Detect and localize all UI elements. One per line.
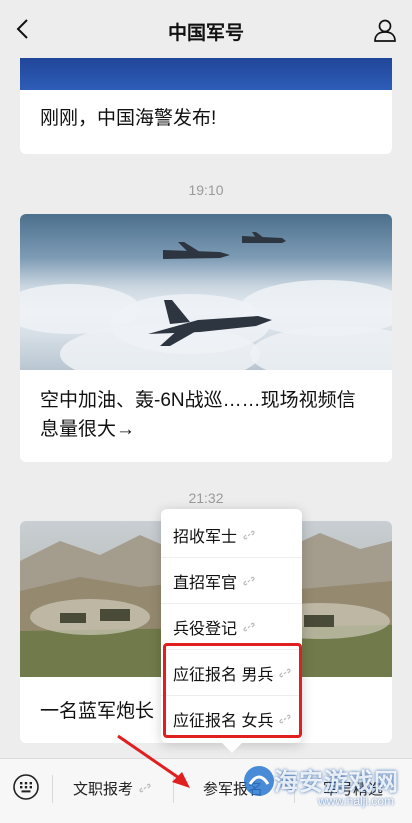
menu-label: 文职报考 [72, 780, 133, 798]
submenu-item-direct-officer[interactable]: 直招军官 [161, 558, 302, 604]
submenu-item-recruit-nco[interactable]: 招收军士 [161, 512, 302, 558]
article-thumbnail [20, 58, 392, 90]
menu-label: 军号精选 [322, 780, 383, 798]
bottom-menu-bar: 文职报考 参军报名 军号精选 [0, 758, 412, 823]
article-title: 空中加油、轰-6N战巡……现场视频信息量很大→ [40, 390, 356, 440]
link-icon [243, 530, 255, 539]
link-icon [139, 783, 151, 793]
article-thumbnail [20, 214, 392, 370]
aircraft-illustration [148, 232, 286, 346]
article-title: 刚刚，中国海警发布! [40, 108, 217, 129]
submenu-popup: 招收军士 直招军官 兵役登记 应征报名 男兵 应征报名 女兵 [161, 509, 302, 743]
link-icon [279, 668, 292, 677]
submenu-item-label: 招收军士 [173, 528, 238, 546]
profile-icon[interactable] [372, 17, 398, 43]
submenu-item-label: 直招军官 [173, 574, 238, 592]
nav-bar: 中国军号 [0, 0, 412, 58]
link-icon [243, 622, 255, 631]
menu-civilian-exam-button[interactable]: 文职报考 [52, 759, 172, 817]
menu-enlist-button[interactable]: 参军报名 [173, 759, 293, 817]
menu-featured-button[interactable]: 军号精选 [294, 759, 412, 817]
link-icon [279, 714, 292, 724]
timestamp: 21:32 [188, 490, 224, 506]
submenu-item-enlist-male[interactable]: 应征报名 男兵 [161, 650, 302, 696]
submenu-item-label: 兵役登记 [173, 620, 238, 638]
submenu-item-label: 应征报名 男兵 [173, 666, 274, 684]
submenu-item-label: 应征报名 女兵 [173, 713, 274, 730]
submenu-item-service-registration[interactable]: 兵役登记 [161, 604, 302, 650]
submenu-item-enlist-female[interactable]: 应征报名 女兵 [161, 696, 302, 742]
timestamp: 19:10 [188, 182, 224, 198]
menu-label: 参军报名 [202, 780, 263, 798]
article-card[interactable]: 刚刚，中国海警发布! [20, 58, 392, 154]
link-icon [243, 576, 255, 585]
article-card[interactable]: 空中加油、轰-6N战巡……现场视频信息量很大→ [20, 214, 392, 462]
page-title: 中国军号 [167, 23, 244, 44]
keyboard-icon[interactable] [12, 773, 40, 801]
